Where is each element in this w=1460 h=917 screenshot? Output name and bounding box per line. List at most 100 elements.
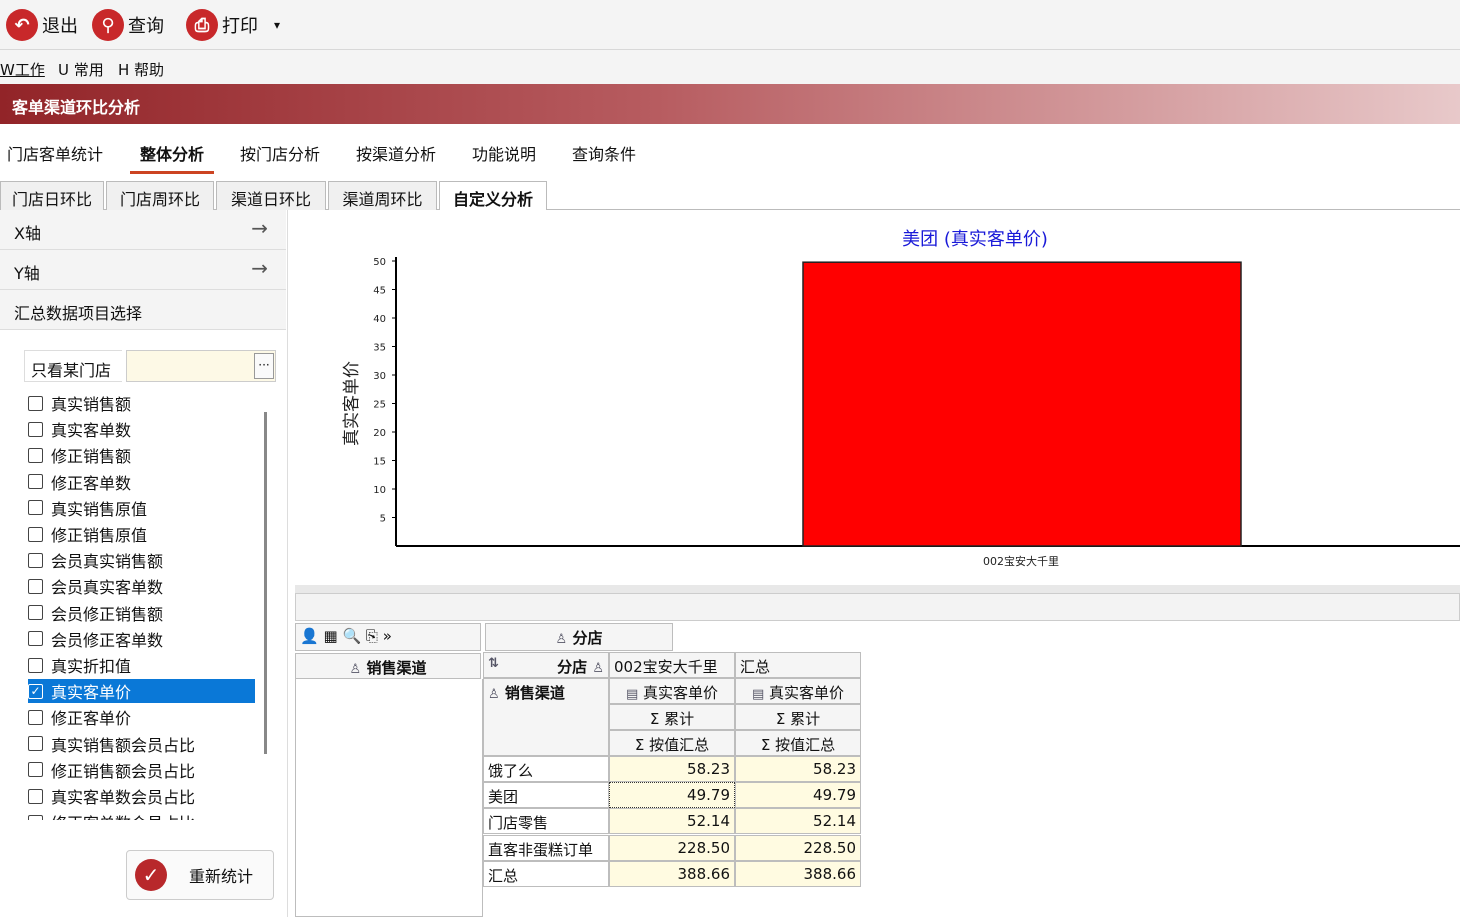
tab-overall-analysis[interactable]: 整体分析	[130, 141, 215, 174]
pivot-left-blank	[295, 679, 483, 917]
print-dropdown-button[interactable]: ▾	[274, 9, 280, 41]
y-axis-row[interactable]: Y轴 →	[0, 250, 286, 290]
tab-query-conditions[interactable]: 查询条件	[572, 141, 636, 174]
tab-store-weekly[interactable]: 门店周环比	[106, 181, 214, 210]
checkbox-icon[interactable]	[28, 474, 43, 490]
pivot-value-cell[interactable]: 388.66	[735, 860, 861, 887]
col-header-total[interactable]: 汇总	[735, 652, 861, 678]
checkbox-icon[interactable]	[28, 500, 43, 516]
grid-icon: ▤	[751, 687, 765, 702]
checkbox-icon[interactable]	[28, 395, 43, 411]
pivot-tools[interactable]: 👤 ▦ 🔍 ⎘ »	[295, 623, 481, 651]
summary-select-row[interactable]: 汇总数据项目选择	[0, 290, 286, 330]
checkbox-icon[interactable]	[28, 788, 43, 804]
x-tick-label: 002宝安大千里	[983, 554, 1059, 568]
print-button[interactable]: ⎙ 打印	[186, 9, 258, 41]
x-axis-row[interactable]: X轴 →	[0, 210, 286, 250]
splitter[interactable]	[295, 585, 1460, 593]
tab-by-channel[interactable]: 按渠道分析	[356, 141, 436, 174]
tab-store-stats[interactable]: 门店客单统计	[7, 141, 103, 174]
pivot-value-cell[interactable]: 228.50	[735, 834, 861, 861]
checkbox-icon[interactable]	[28, 526, 43, 542]
metric-checkbox-item[interactable]: 修正销售额会员占比	[28, 758, 255, 782]
metric-checkbox-item[interactable]: 真实销售原值	[28, 496, 255, 520]
pivot-value-cell[interactable]: 52.14	[609, 808, 735, 835]
metric-checkbox-item[interactable]: 会员修正销售额	[28, 601, 255, 625]
row-header-channel[interactable]: ♙ 销售渠道	[483, 678, 609, 756]
recalculate-button[interactable]: ✓ 重新统计	[126, 850, 274, 900]
pivot-value-cell[interactable]: 58.23	[609, 756, 735, 782]
checkbox-icon[interactable]	[28, 814, 43, 820]
metric-checkbox-item[interactable]: 真实折扣值	[28, 653, 255, 677]
menu-work[interactable]: W工作	[0, 59, 45, 80]
store-picker-button[interactable]: ···	[254, 353, 274, 379]
pivot-row-label[interactable]: 门店零售	[483, 808, 609, 835]
checkbox-icon[interactable]	[28, 657, 43, 673]
pivot-value-cell[interactable]: 228.50	[609, 834, 735, 861]
y-tick-label: 30	[373, 371, 386, 382]
checkbox-icon[interactable]	[28, 736, 43, 752]
metric-checkbox-item[interactable]: 会员真实客单数	[28, 574, 255, 598]
pivot-row-label[interactable]: 直客非蛋糕订单	[483, 834, 609, 861]
column-field-header[interactable]: ♙ 分店	[485, 623, 673, 651]
window-title: 客单渠道环比分析	[0, 84, 1460, 124]
metric-label: 会员真实销售额	[51, 552, 164, 572]
checkbox-icon[interactable]	[28, 578, 43, 594]
row-field-header[interactable]: ♙ 销售渠道	[295, 653, 481, 679]
tab-custom-analysis[interactable]: 自定义分析	[439, 181, 547, 211]
agg-header: Σ 累计	[609, 704, 735, 730]
checklist-scrollbar[interactable]	[264, 412, 267, 754]
menubar: W工作 U 常用 H 帮助	[0, 50, 1460, 84]
tab-by-store[interactable]: 按门店分析	[240, 141, 320, 174]
metric-checkbox-item[interactable]: 修正客单数	[28, 470, 255, 494]
metric-checkbox-item[interactable]: 真实客单数	[28, 417, 255, 441]
metric-checkbox-item[interactable]: 修正销售额	[28, 443, 255, 467]
y-tick-label: 45	[373, 286, 386, 297]
checkbox-checked-icon[interactable]: ✓	[28, 683, 43, 699]
main-tabs: 门店客单统计 整体分析 按门店分析 按渠道分析 功能说明 查询条件	[0, 124, 1460, 174]
checkbox-icon[interactable]	[28, 552, 43, 568]
metric-checkbox-item[interactable]: 修正客单数会员占比	[28, 810, 255, 820]
bar	[802, 261, 1242, 547]
metric-label: 修正销售额会员占比	[51, 761, 196, 781]
checkbox-icon[interactable]	[28, 605, 43, 621]
pivot-value-cell[interactable]: 388.66	[609, 860, 735, 887]
checkbox-icon[interactable]	[28, 762, 43, 778]
checkbox-icon[interactable]	[28, 421, 43, 437]
pivot-row-label[interactable]: 美团	[483, 782, 609, 809]
checkbox-icon[interactable]	[28, 631, 43, 647]
metric-checkbox-item[interactable]: 会员真实销售额	[28, 548, 255, 572]
metric-label: 修正客单数	[51, 473, 132, 493]
col-header-store[interactable]: 002宝安大千里	[609, 652, 735, 678]
tab-store-daily[interactable]: 门店日环比	[0, 181, 104, 210]
data-field-header[interactable]: ⇅ 分店 ♙	[483, 652, 609, 678]
menu-help[interactable]: H 帮助	[118, 59, 164, 80]
arrow-right-icon: →	[251, 256, 268, 280]
tab-channel-daily[interactable]: 渠道日环比	[216, 181, 326, 210]
metric-checkbox-item[interactable]: 修正销售原值	[28, 522, 255, 546]
pivot-row-label[interactable]: 饿了么	[483, 756, 609, 782]
metric-checkbox-item[interactable]: 真实销售额	[28, 391, 255, 415]
checkbox-icon[interactable]	[28, 447, 43, 463]
metric-checkbox-item[interactable]: ✓ 真实客单价	[28, 679, 255, 704]
tab-function-help[interactable]: 功能说明	[472, 141, 536, 174]
pivot-value-cell[interactable]: 58.23	[735, 756, 861, 782]
pivot-value-cell[interactable]: 49.79	[609, 782, 735, 809]
menu-common[interactable]: U 常用	[58, 59, 104, 80]
agg-header: Σ 累计	[735, 704, 861, 730]
pivot-value-cell[interactable]: 52.14	[735, 808, 861, 835]
tab-channel-weekly[interactable]: 渠道周环比	[328, 181, 437, 210]
metric-checkbox-item[interactable]: 会员修正客单数	[28, 627, 255, 651]
query-button[interactable]: ⚲ 查询	[92, 9, 164, 41]
checkbox-icon[interactable]	[28, 709, 43, 725]
metric-label: 会员修正客单数	[51, 630, 164, 650]
measure-header: ▤ 真实客单价	[735, 678, 861, 704]
pivot-filter-strip	[295, 593, 1460, 621]
pivot-row-label[interactable]: 汇总	[483, 860, 609, 887]
metric-label: 修正销售额	[51, 447, 132, 467]
pivot-value-cell[interactable]: 49.79	[735, 782, 861, 809]
metric-checkbox-item[interactable]: 真实销售额会员占比	[28, 732, 255, 756]
exit-button[interactable]: ↶ 退出	[6, 9, 78, 41]
metric-checkbox-item[interactable]: 真实客单数会员占比	[28, 784, 255, 808]
metric-checkbox-item[interactable]: 修正客单价	[28, 705, 255, 729]
